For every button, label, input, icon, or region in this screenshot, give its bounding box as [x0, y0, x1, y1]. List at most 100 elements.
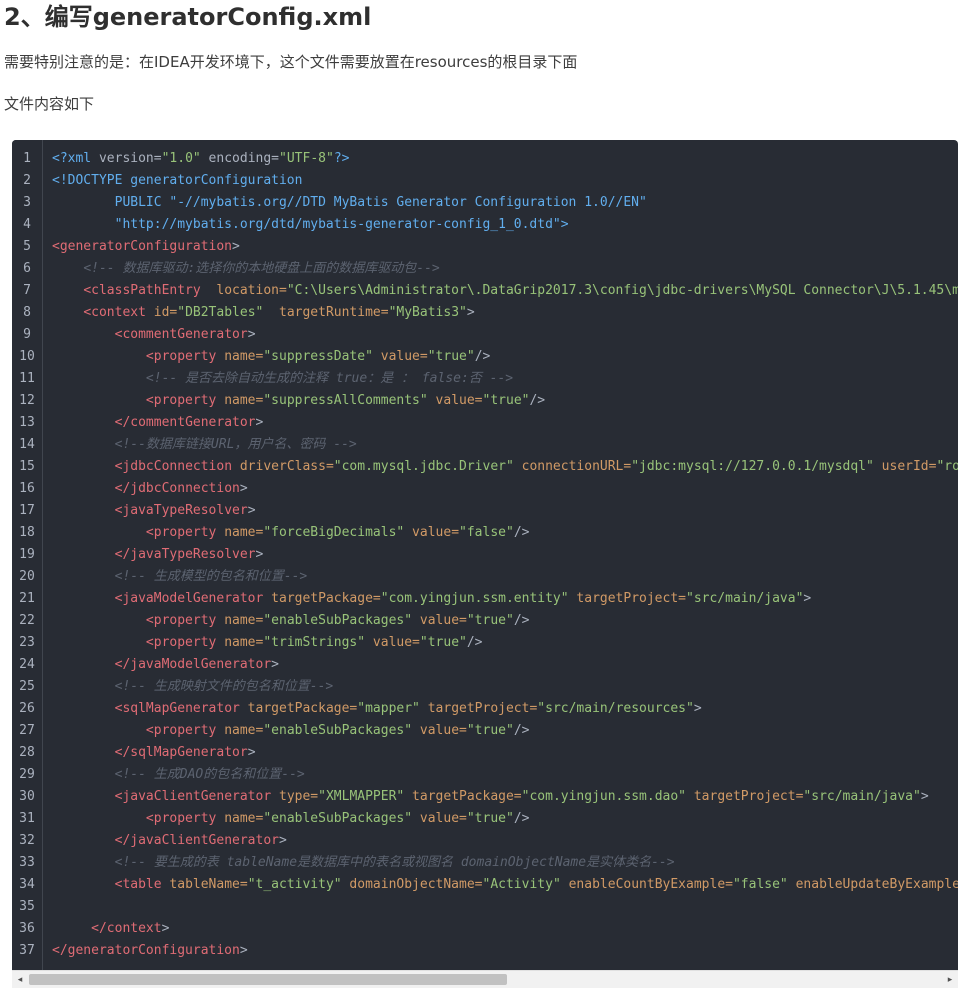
- code-text: <property name="suppressDate" value="tru…: [42, 346, 490, 368]
- code-token: value=: [412, 811, 467, 826]
- code-token: >: [693, 701, 702, 716]
- line-number: 36: [19, 921, 35, 936]
- code-text: <!-- 数据库驱动:选择你的本地硬盘上面的数据库驱动包-->: [42, 258, 439, 280]
- code-token: >: [232, 239, 240, 254]
- code-token: <javaClientGenerator: [114, 789, 272, 804]
- code-token: </context: [91, 921, 162, 936]
- code-token: <!--数据库链接URL，用户名、密码 -->: [114, 437, 357, 452]
- code-text: <jdbcConnection driverClass="com.mysql.j…: [42, 456, 958, 478]
- code-text: <?xml version="1.0" encoding="UTF-8"?>: [42, 148, 349, 170]
- code-line: 35: [12, 896, 958, 918]
- code-text: </commentGenerator>: [42, 412, 264, 434]
- code-token: <jdbcConnection: [114, 459, 233, 474]
- line-number: 27: [19, 723, 35, 738]
- code-token: >: [247, 745, 256, 760]
- code-line: 4 "http://mybatis.org/dtd/mybatis-genera…: [12, 214, 958, 236]
- code-token: name=: [216, 393, 264, 408]
- code-text: <generatorConfiguration>: [42, 236, 240, 258]
- code-token: <generatorConfiguration: [52, 239, 233, 254]
- code-text: <property name="suppressAllComments" val…: [42, 390, 545, 412]
- code-token: targetRuntime=: [263, 305, 389, 320]
- code-token: "src/main/java": [803, 789, 921, 804]
- code-text: <property name="enableSubPackages" value…: [42, 610, 530, 632]
- code-line: 26 <sqlMapGenerator targetPackage="mappe…: [12, 698, 958, 720]
- code-token: <table: [114, 877, 162, 892]
- code-token: <property: [145, 525, 217, 540]
- code-token: name=: [216, 349, 264, 364]
- code-token: PUBLIC "-//mybatis.org//DTD MyBatis Gene…: [52, 195, 647, 210]
- code-text: <table tableName="t_activity" domainObje…: [42, 874, 958, 896]
- code-token: location=: [200, 283, 287, 298]
- code-text: </jdbcConnection>: [42, 478, 248, 500]
- line-number: 2: [23, 173, 31, 188]
- code-token: domainObjectName=: [341, 877, 483, 892]
- code-line: 9 <commentGenerator>: [12, 324, 958, 346]
- code-token: encoding=: [200, 151, 280, 166]
- code-line: 17 <javaTypeResolver>: [12, 500, 958, 522]
- code-text: <sqlMapGenerator targetPackage="mapper" …: [42, 698, 702, 720]
- code-text: <!DOCTYPE generatorConfiguration: [42, 170, 302, 192]
- code-token: >: [239, 943, 248, 958]
- code-token: />: [513, 613, 530, 628]
- code-line: 32 </javaClientGenerator>: [12, 830, 958, 852]
- code-token: </javaModelGenerator: [114, 657, 272, 672]
- code-token: name=: [216, 525, 264, 540]
- code-token: "http://mybatis.org/dtd/mybatis-generato…: [52, 217, 569, 232]
- scroll-right-icon[interactable]: ▸: [942, 971, 958, 988]
- line-number: 35: [19, 899, 35, 914]
- scroll-left-icon[interactable]: ◂: [12, 971, 28, 988]
- code-token: name=: [216, 723, 264, 738]
- code-token: version=: [91, 151, 162, 166]
- line-number: 33: [19, 855, 35, 870]
- code-line: 13 </commentGenerator>: [12, 412, 958, 434]
- code-line: 11 <!-- 是否去除自动生成的注释 true：是 ： false:否 -->: [12, 368, 958, 390]
- code-token: <!-- 是否去除自动生成的注释 true：是 ： false:否 -->: [145, 371, 514, 386]
- line-number: 22: [19, 613, 35, 628]
- code-token: <!-- 要生成的表 tableName是数据库中的表名或视图名 domainO…: [114, 855, 675, 870]
- code-token: />: [513, 525, 530, 540]
- code-token: </sqlMapGenerator: [114, 745, 248, 760]
- code-text: </context>: [42, 918, 169, 940]
- line-number: 21: [19, 591, 35, 606]
- code-token: >: [271, 657, 279, 672]
- code-token: "C:\Users\Administrator\.DataGrip2017.3\…: [286, 283, 958, 298]
- code-token: targetPackage=: [263, 591, 381, 606]
- code-token: "suppressAllComments": [263, 393, 428, 408]
- line-number: 9: [23, 327, 31, 342]
- line-number: 15: [19, 459, 35, 474]
- code-token: name=: [216, 635, 264, 650]
- code-token: <?xml: [52, 151, 92, 166]
- line-number: 16: [19, 481, 35, 496]
- code-line: 8 <context id="DB2Tables" targetRuntime=…: [12, 302, 958, 324]
- code-token: "src/main/java": [686, 591, 804, 606]
- line-number: 13: [19, 415, 35, 430]
- code-token: id=: [145, 305, 178, 320]
- code-token: <!-- 生成DAO的包名和位置-->: [114, 767, 305, 782]
- code-text: </sqlMapGenerator>: [42, 742, 256, 764]
- line-number: 4: [23, 217, 31, 232]
- code-line: 10 <property name="suppressDate" value="…: [12, 346, 958, 368]
- code-token: >: [255, 415, 264, 430]
- code-text: <!--数据库链接URL，用户名、密码 -->: [42, 434, 357, 456]
- code-line: 2 <!DOCTYPE generatorConfiguration: [12, 170, 958, 192]
- code-token: driverClass=: [232, 459, 334, 474]
- code-line: 31 <property name="enableSubPackages" va…: [12, 808, 958, 830]
- code-token: <!DOCTYPE generatorConfiguration: [52, 173, 303, 188]
- code-text: PUBLIC "-//mybatis.org//DTD MyBatis Gene…: [42, 192, 647, 214]
- code-token: targetPackage=: [404, 789, 522, 804]
- code-line: 33 <!-- 要生成的表 tableName是数据库中的表名或视图名 doma…: [12, 852, 958, 874]
- code-token: "UTF-8": [279, 151, 334, 166]
- code-line: 30 <javaClientGenerator type="XMLMAPPER"…: [12, 786, 958, 808]
- scrollbar-thumb[interactable]: [29, 974, 507, 985]
- code-token: "MyBatis3": [388, 305, 467, 320]
- horizontal-scrollbar[interactable]: ◂ ▸: [12, 970, 958, 988]
